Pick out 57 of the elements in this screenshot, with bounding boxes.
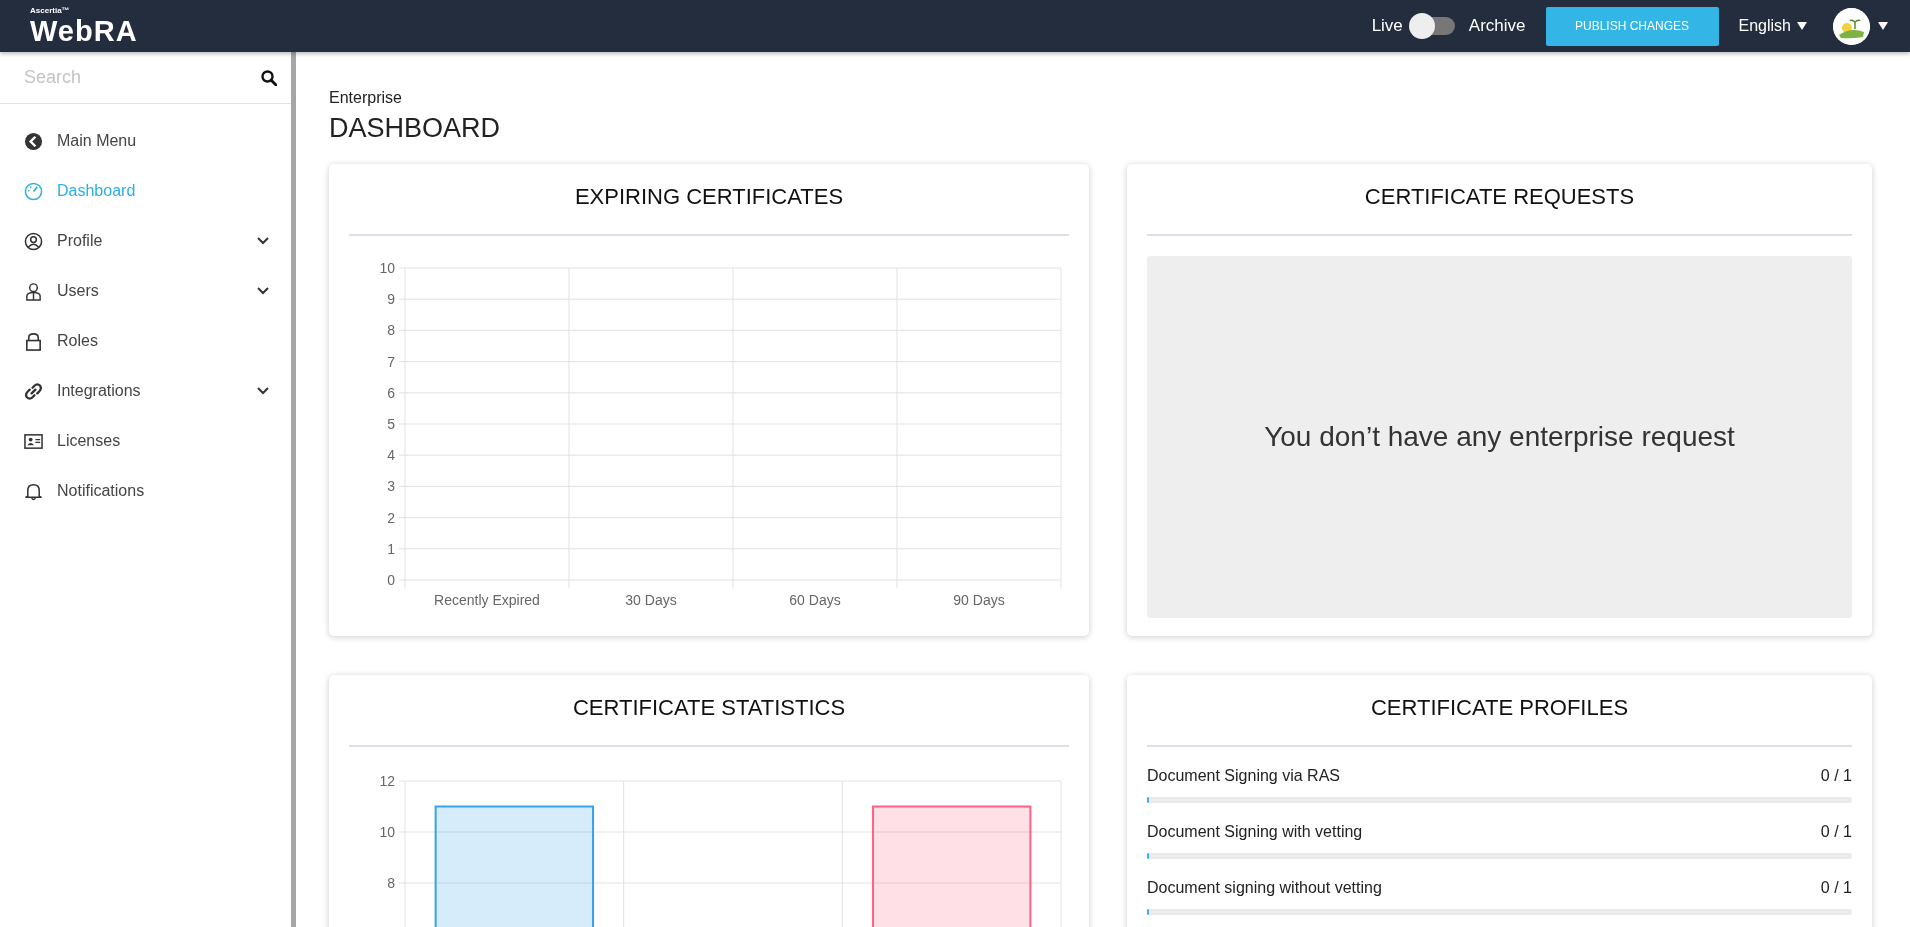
card-title: CERTIFICATE STATISTICS bbox=[349, 675, 1069, 747]
sidebar-item[interactable]: Licenses bbox=[0, 416, 291, 466]
axis-tick-label: 8 bbox=[387, 875, 395, 891]
product-logo: WebRA bbox=[30, 16, 138, 46]
axis-tick-label: 10 bbox=[379, 260, 395, 276]
axis-tick-label: 0 bbox=[387, 572, 395, 588]
axis-tick-label: 3 bbox=[387, 478, 395, 495]
axis-tick-label: 7 bbox=[387, 353, 395, 370]
company-name: Ascertia™ bbox=[30, 6, 71, 15]
sidebar-item[interactable]: Users bbox=[0, 266, 291, 316]
chevron-down-icon[interactable] bbox=[257, 287, 269, 295]
axis-tick-label: 5 bbox=[387, 416, 395, 432]
sidebar-item[interactable]: Main Menu bbox=[0, 116, 291, 166]
live-label: Live bbox=[1371, 16, 1403, 36]
card-title: CERTIFICATE REQUESTS bbox=[1147, 164, 1852, 236]
archive-label: Archive bbox=[1468, 16, 1526, 36]
chevron-down-icon[interactable] bbox=[257, 387, 269, 395]
axis-category-label: 60 Days bbox=[789, 592, 841, 608]
caret-icon[interactable] bbox=[1878, 22, 1888, 30]
axis-tick-label: 8 bbox=[387, 322, 395, 339]
card-title: CERTIFICATE PROFILES bbox=[1147, 675, 1852, 747]
profile-count: 0 / 1 bbox=[1820, 879, 1852, 897]
sidebar-item[interactable]: Notifications bbox=[0, 466, 291, 516]
empty-message: You don’t have any enterprise request bbox=[1147, 256, 1852, 618]
bell-icon bbox=[24, 481, 43, 501]
lock-icon bbox=[24, 331, 43, 351]
axis-category-label: Recently Expired bbox=[434, 592, 540, 608]
axis-category-label: 30 Days bbox=[625, 592, 677, 608]
avatar-icon[interactable] bbox=[1833, 7, 1870, 45]
chevron-down-icon[interactable] bbox=[257, 237, 269, 245]
person-icon bbox=[24, 281, 43, 301]
axis-tick-label: 6 bbox=[387, 384, 395, 401]
axis-category-label: 90 Days bbox=[953, 592, 1005, 608]
axis-tick-label: 9 bbox=[387, 291, 395, 308]
gauge-icon bbox=[24, 181, 43, 201]
sidebar-item[interactable]: Profile bbox=[0, 216, 291, 266]
axis-tick-label: 1 bbox=[387, 540, 395, 557]
profile-name: Document Signing via RAS bbox=[1147, 767, 1340, 785]
caret-icon bbox=[1797, 22, 1807, 30]
axis-tick-label: 12 bbox=[379, 773, 395, 789]
profile-name: Document signing without vetting bbox=[1147, 879, 1382, 897]
profile-count: 0 / 1 bbox=[1820, 767, 1852, 785]
profile-count: 0 / 1 bbox=[1820, 823, 1852, 841]
link-icon bbox=[24, 381, 43, 401]
language-dropdown[interactable]: English bbox=[1738, 17, 1807, 35]
profile-name: Document Signing with vetting bbox=[1147, 823, 1363, 841]
sidebar-item[interactable]: Roles bbox=[0, 316, 291, 366]
card-title: EXPIRING CERTIFICATES bbox=[349, 164, 1069, 236]
axis-tick-label: 10 bbox=[379, 824, 395, 840]
search-icon[interactable] bbox=[261, 69, 277, 86]
breadcrumb: Enterprise bbox=[329, 89, 403, 107]
user-circle-icon bbox=[24, 231, 43, 251]
page-title: DASHBOARD bbox=[329, 113, 502, 144]
axis-tick-label: 2 bbox=[387, 509, 395, 526]
sidebar-item[interactable]: Integrations bbox=[0, 366, 291, 416]
axis-tick-label: 4 bbox=[387, 447, 395, 464]
id-card-icon bbox=[24, 431, 43, 451]
